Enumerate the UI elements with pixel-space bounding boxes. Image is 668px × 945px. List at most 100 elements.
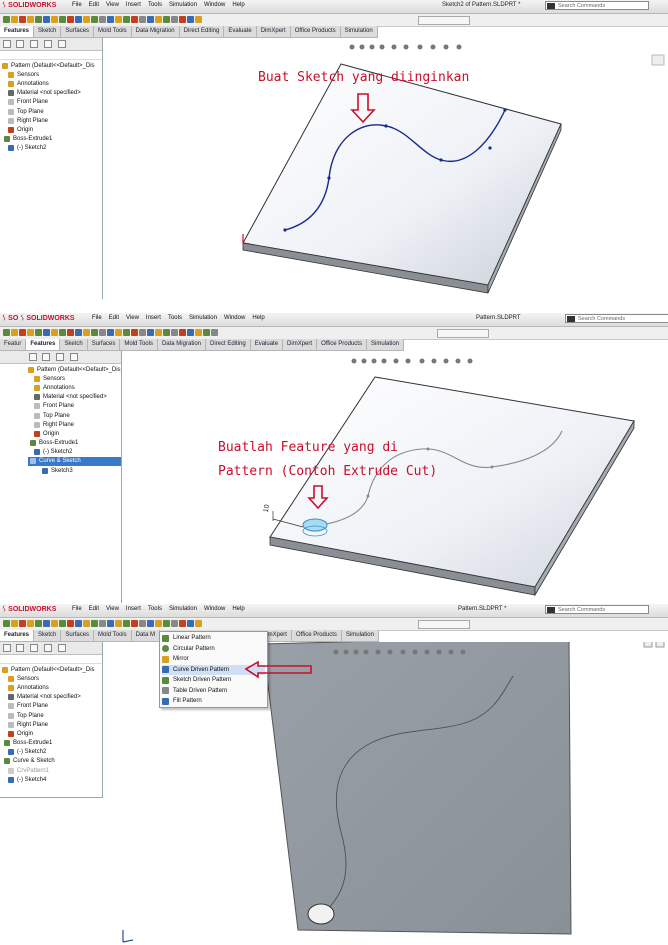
feature-icon[interactable] (203, 329, 210, 336)
feature-icon[interactable] (155, 16, 162, 23)
tree-boss-extrude1[interactable]: Boss-Extrude1 (2, 739, 102, 748)
menu-edit[interactable]: Edit (89, 606, 99, 612)
tab-office-products[interactable]: Office Products (317, 339, 367, 350)
feature-icon[interactable] (27, 329, 34, 336)
tab-mold-tools[interactable]: Mold Tools (94, 630, 132, 641)
menu-view[interactable]: View (126, 315, 139, 321)
feature-icon[interactable] (59, 620, 66, 627)
feature-icon[interactable] (107, 16, 114, 23)
tab-simulation[interactable]: Simulation (341, 26, 378, 37)
config-dropdown[interactable] (418, 16, 470, 25)
tree-sensors[interactable]: Sensors (28, 374, 121, 383)
feature-icon[interactable] (187, 329, 194, 336)
tab-office-products[interactable]: Office Products (291, 26, 341, 37)
tree-curve-sketch[interactable]: Curve & Sketch (28, 456, 121, 467)
feature-icon[interactable] (83, 329, 90, 336)
menu-file[interactable]: File (72, 606, 82, 612)
feature-icon[interactable] (75, 620, 82, 627)
feature-icon[interactable] (11, 620, 18, 627)
feature-icon[interactable] (75, 329, 82, 336)
feature-icon[interactable] (35, 620, 42, 627)
feature-icon[interactable] (187, 16, 194, 23)
tab-office-products[interactable]: Office Products (292, 630, 342, 641)
display-manager-icon[interactable] (58, 40, 66, 48)
feature-icon[interactable] (123, 329, 130, 336)
tree-sketch3[interactable]: Sketch3 (28, 466, 121, 475)
feature-icon[interactable] (3, 329, 10, 336)
config-dropdown[interactable] (437, 329, 489, 338)
feature-icon[interactable] (59, 329, 66, 336)
menu-help[interactable]: Help (232, 2, 244, 8)
tree-sensors[interactable]: Sensors (2, 674, 102, 683)
view-orientation-icon[interactable] (651, 54, 665, 66)
spline-point[interactable] (384, 124, 388, 128)
tree-annotations[interactable]: Annotations (2, 79, 102, 88)
tree-crvpattern1[interactable]: CrvPattern1 (2, 766, 102, 775)
menu-tools[interactable]: Tools (148, 2, 162, 8)
tree-root-part[interactable]: Pattern (Default<<Default>_Dis (2, 665, 102, 674)
tree-origin[interactable]: Origin (2, 125, 102, 134)
tab-dimxpert[interactable]: DimXpert (257, 26, 291, 37)
feature-icon[interactable] (107, 620, 114, 627)
search-commands-input[interactable]: Search Commands (545, 1, 649, 10)
tab-surfaces[interactable]: Surfaces (61, 630, 95, 641)
search-commands-input[interactable]: Search Commands (565, 314, 668, 323)
feature-icon[interactable] (163, 329, 170, 336)
filter-field[interactable] (0, 51, 102, 60)
feature-icon[interactable] (35, 329, 42, 336)
graphics-area[interactable]: Buatlah Feature yang di Pattern (Contoh … (122, 351, 668, 603)
feature-icon[interactable] (3, 620, 10, 627)
feature-icon[interactable] (67, 620, 74, 627)
feature-icon[interactable] (59, 16, 66, 23)
tab-sketch[interactable]: Sketch (60, 339, 88, 350)
feature-icon[interactable] (43, 620, 50, 627)
feature-icon[interactable] (91, 620, 98, 627)
feature-icon[interactable] (163, 620, 170, 627)
featuremanager-icon[interactable] (3, 40, 11, 48)
feature-icon[interactable] (19, 16, 26, 23)
tab-features-hidden[interactable]: Featur (0, 339, 27, 350)
tree-boss-extrude1[interactable]: Boss-Extrude1 (2, 135, 102, 144)
menu-simulation[interactable]: Simulation (169, 606, 197, 612)
feature-icon[interactable] (67, 16, 74, 23)
spline-point[interactable] (327, 176, 331, 180)
tree-right-plane[interactable]: Right Plane (2, 720, 102, 729)
tree-front-plane[interactable]: Front Plane (2, 702, 102, 711)
propertymanager-icon[interactable] (42, 353, 50, 361)
tree-boss-extrude1[interactable]: Boss-Extrude1 (28, 439, 121, 448)
tree-top-plane[interactable]: Top Plane (2, 711, 102, 720)
configurationmanager-icon[interactable] (56, 353, 64, 361)
cut-hole[interactable] (307, 903, 335, 925)
feature-icon[interactable] (83, 620, 90, 627)
menu-file[interactable]: File (72, 2, 82, 8)
menu-item-fill-pattern[interactable]: Fill Pattern (162, 696, 265, 706)
tab-data-migration[interactable]: Data Migration (158, 339, 206, 350)
tree-material[interactable]: Material <not specified> (28, 393, 121, 402)
menu-help[interactable]: Help (232, 606, 244, 612)
menu-item-circular-pattern[interactable]: Circular Pattern (162, 644, 265, 654)
feature-icon[interactable] (3, 16, 10, 23)
feature-icon[interactable] (51, 329, 58, 336)
tree-material[interactable]: Material <not specified> (2, 693, 102, 702)
feature-icon[interactable] (187, 620, 194, 627)
tab-features[interactable]: Features (26, 339, 61, 350)
tree-annotations[interactable]: Annotations (2, 683, 102, 692)
menu-insert[interactable]: Insert (126, 606, 141, 612)
feature-icon[interactable] (19, 620, 26, 627)
tab-direct-editing[interactable]: Direct Editing (206, 339, 251, 350)
feature-icon[interactable] (179, 16, 186, 23)
feature-icon[interactable] (195, 620, 202, 627)
spline-point[interactable] (439, 158, 443, 162)
spline-point[interactable] (283, 228, 287, 232)
menu-window[interactable]: Window (224, 315, 245, 321)
feature-icon[interactable] (91, 329, 98, 336)
tab-sketch[interactable]: Sketch (34, 630, 62, 641)
menu-item-table-driven-pattern[interactable]: Table Driven Pattern (162, 686, 265, 696)
configurationmanager-icon[interactable] (30, 644, 38, 652)
feature-icon[interactable] (139, 620, 146, 627)
menu-file[interactable]: File (92, 315, 102, 321)
feature-icon[interactable] (163, 16, 170, 23)
graphics-area[interactable]: Buat Sketch yang diinginkan (103, 38, 668, 299)
extrude-cut-feature[interactable] (302, 518, 328, 532)
feature-icon[interactable] (99, 620, 106, 627)
